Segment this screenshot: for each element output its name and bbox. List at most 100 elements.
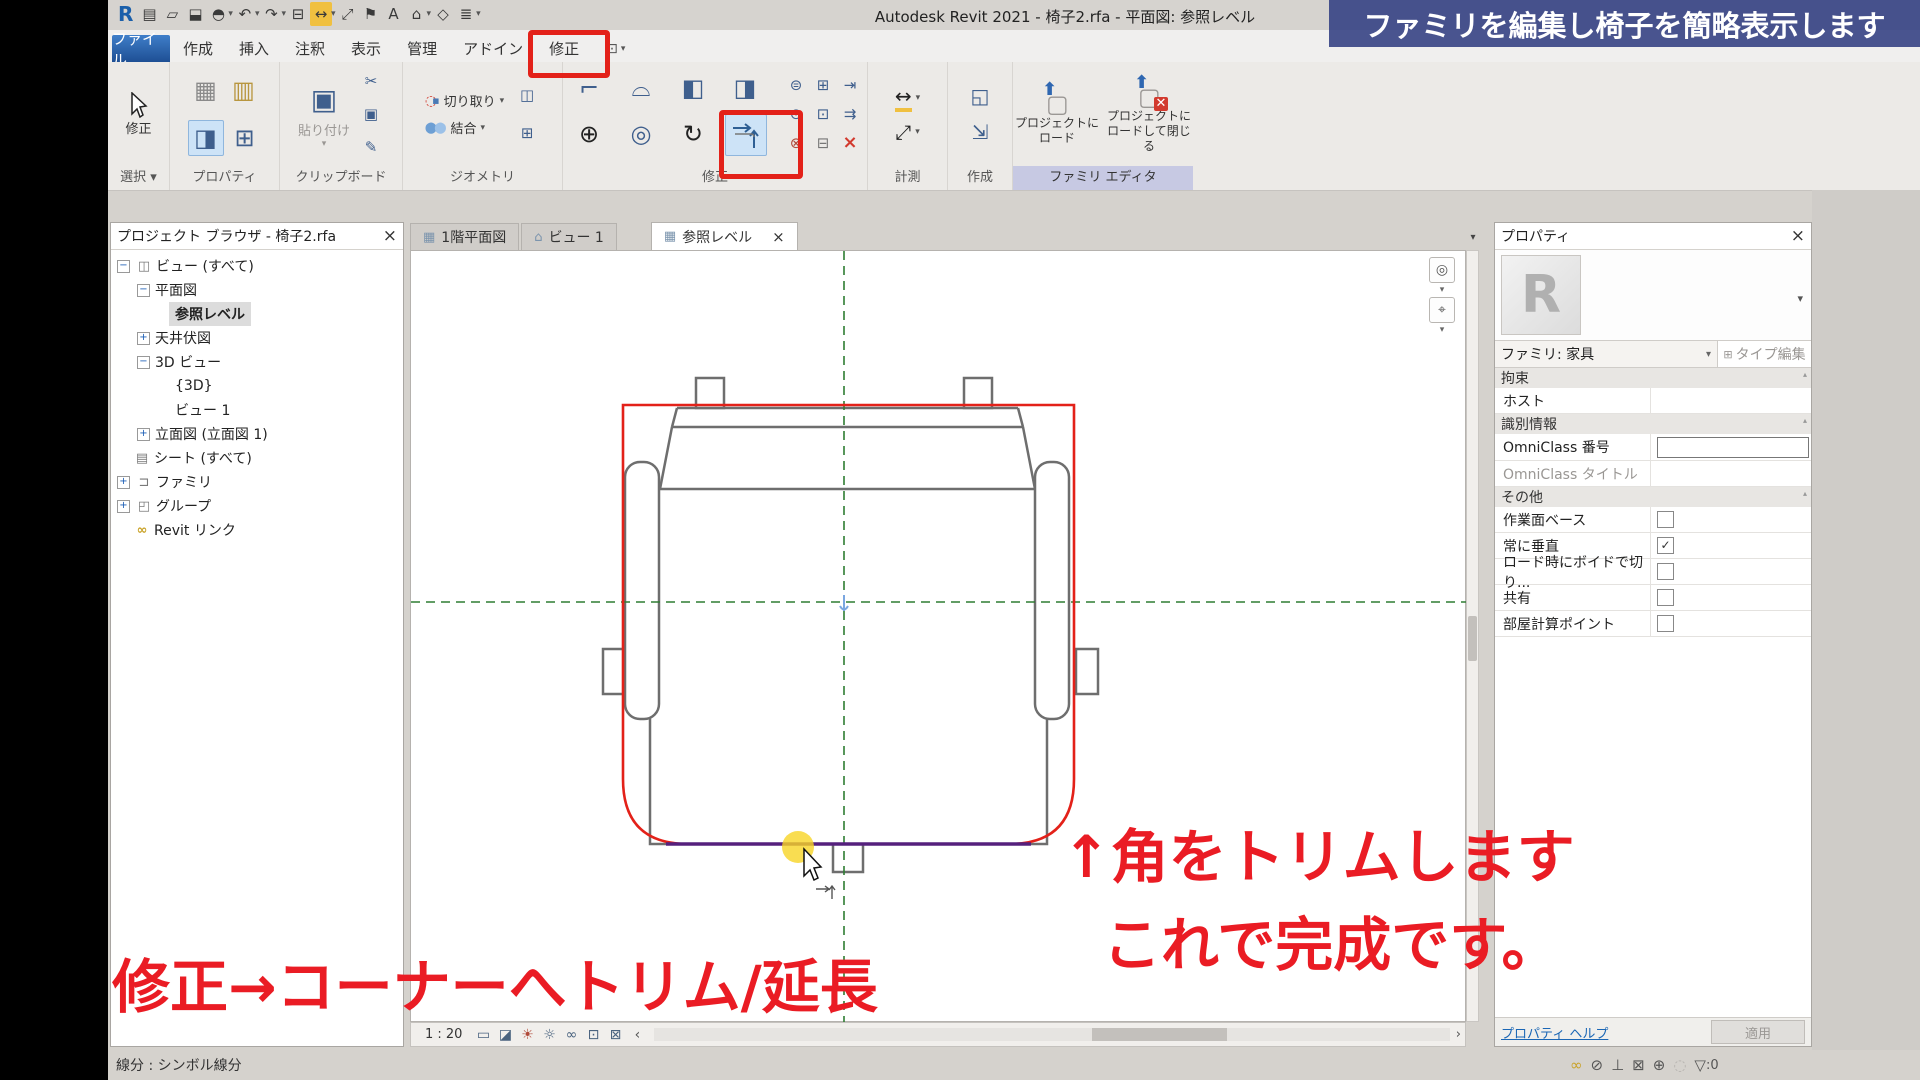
project-browser-header[interactable]: プロジェクト ブラウザ - 椅子2.rfa × bbox=[111, 223, 403, 250]
view-tab-close-icon[interactable]: × bbox=[772, 228, 785, 246]
redo-icon[interactable]: ↷ bbox=[260, 2, 282, 26]
scale-button[interactable]: 1 : 20 bbox=[425, 1027, 462, 1042]
select-links-icon[interactable]: ∞ bbox=[1570, 1056, 1583, 1074]
save-icon[interactable]: ⬓ bbox=[184, 2, 206, 26]
tree-item-view1[interactable]: ビュー 1 bbox=[111, 398, 403, 422]
tree-item-revit-links[interactable]: ∞ Revit リンク bbox=[111, 518, 403, 542]
array-icon[interactable]: ⊞ bbox=[810, 71, 836, 99]
sun-path-icon[interactable]: ☀ bbox=[516, 1027, 538, 1043]
open-icon[interactable]: ▱ bbox=[161, 2, 183, 26]
omniclass-number-input[interactable] bbox=[1657, 437, 1809, 458]
mirror-draw-axis-icon[interactable]: ◨ bbox=[725, 68, 765, 108]
measure-icon[interactable]: ⤢ bbox=[337, 2, 359, 26]
dimension-caret-icon[interactable]: ▾ bbox=[331, 9, 336, 19]
tab-list-caret-icon[interactable]: ▾ bbox=[1466, 226, 1480, 248]
undo-icon[interactable]: ↶ bbox=[234, 2, 256, 26]
type-selector-preview[interactable]: R ▾ bbox=[1495, 250, 1811, 341]
selector-caret-icon[interactable]: ▾ bbox=[1797, 292, 1803, 305]
shadows-icon[interactable]: ☼ bbox=[538, 1027, 560, 1043]
temporary-hide-icon[interactable]: ∞ bbox=[560, 1027, 582, 1043]
load-into-project-button[interactable]: ▢ ⬆ プロジェクトに ロード bbox=[1013, 82, 1101, 146]
tree-item-groups[interactable]: + ◰ グループ bbox=[111, 494, 403, 518]
visual-style-icon[interactable]: ◪ bbox=[494, 1027, 516, 1043]
detail-level-icon[interactable]: ▭ bbox=[472, 1027, 494, 1043]
collapse-icon[interactable]: − bbox=[137, 356, 150, 369]
create-group-icon[interactable]: ◱ bbox=[967, 82, 993, 110]
render-caret-icon[interactable]: ▾ bbox=[228, 9, 233, 19]
apply-button[interactable]: 適用 bbox=[1711, 1020, 1805, 1044]
copy-to-clipboard-icon[interactable]: ▣ bbox=[358, 100, 384, 128]
offset-icon[interactable]: ⌓ bbox=[621, 68, 661, 108]
prop-value[interactable] bbox=[1651, 388, 1811, 413]
panel-select-label[interactable]: 選択 ▾ bbox=[108, 166, 169, 190]
drag-on-selection-icon[interactable]: ⊕ bbox=[1653, 1056, 1666, 1074]
tree-item-floor-plans[interactable]: − 平面図 bbox=[111, 278, 403, 302]
tag-icon[interactable]: ⚑ bbox=[360, 2, 382, 26]
undo-caret-icon[interactable]: ▾ bbox=[255, 9, 260, 19]
filter-button[interactable]: ▽ :0 bbox=[1694, 1056, 1718, 1074]
trim-single-icon[interactable]: ⇥ bbox=[837, 71, 863, 99]
room-calc-checkbox[interactable] bbox=[1657, 615, 1674, 632]
tree-item-families[interactable]: + ⊐ ファミリ bbox=[111, 470, 403, 494]
demolish-icon[interactable]: ⊞ bbox=[514, 119, 540, 147]
select-underlay-icon[interactable]: ⊘ bbox=[1591, 1056, 1604, 1074]
wheel-caret-icon[interactable]: ▾ bbox=[1440, 285, 1445, 295]
expand-icon[interactable]: + bbox=[137, 332, 150, 345]
vertical-scroll-thumb[interactable] bbox=[1468, 616, 1477, 661]
view-tab-ref-level[interactable]: ▦ 参照レベル × bbox=[651, 222, 798, 250]
always-vertical-checkbox[interactable]: ✓ bbox=[1657, 537, 1674, 554]
pin-icon[interactable]: ⊟ bbox=[810, 129, 836, 157]
prop-value[interactable] bbox=[1651, 461, 1811, 486]
split-element-icon[interactable]: ⊜ bbox=[783, 71, 809, 99]
project-browser-close-icon[interactable]: × bbox=[383, 226, 397, 246]
modify-select-button[interactable]: 修正 bbox=[108, 62, 169, 166]
select-pinned-icon[interactable]: ⊥ bbox=[1611, 1056, 1624, 1074]
text-icon[interactable]: A bbox=[383, 2, 405, 26]
select-by-face-icon[interactable]: ⊠ bbox=[1632, 1056, 1645, 1074]
tab-addins[interactable]: アドイン bbox=[450, 35, 536, 62]
redo-caret-icon[interactable]: ▾ bbox=[281, 9, 286, 19]
edit-type-button[interactable]: ⊞ タイプ編集 bbox=[1718, 341, 1811, 367]
paste-button[interactable]: ▣ 貼り付け ▾ bbox=[298, 80, 350, 149]
section-other[interactable]: その他 ▴ bbox=[1495, 487, 1811, 507]
rotate-icon[interactable]: ↻ bbox=[673, 114, 713, 154]
create-similar-icon[interactable]: ⇲ bbox=[967, 118, 993, 146]
cut-voids-checkbox[interactable] bbox=[1657, 563, 1674, 580]
section-icon[interactable]: ◇ bbox=[432, 2, 454, 26]
cut-icon[interactable]: ✂ bbox=[358, 67, 384, 95]
expand-icon[interactable]: + bbox=[137, 428, 150, 441]
move-icon[interactable]: ⊕ bbox=[569, 114, 609, 154]
default-3d-view-icon[interactable]: ⌂ bbox=[406, 2, 428, 26]
ui-browser-icon[interactable]: ▤ bbox=[138, 2, 160, 26]
tab-create[interactable]: 作成 bbox=[170, 35, 226, 62]
tree-item-ceiling-plans[interactable]: + 天井伏図 bbox=[111, 326, 403, 350]
tree-item-views[interactable]: − ◫ ビュー (すべて) bbox=[111, 254, 403, 278]
copy-icon[interactable]: ◎ bbox=[621, 114, 661, 154]
render-icon[interactable]: ◓ bbox=[207, 2, 229, 26]
tab-manage[interactable]: 管理 bbox=[394, 35, 450, 62]
tree-item-3d-views[interactable]: − 3D ビュー bbox=[111, 350, 403, 374]
delete-icon[interactable]: × bbox=[837, 129, 863, 157]
view-tab-level1-plan[interactable]: ▦ 1階平面図 bbox=[410, 223, 519, 250]
tab-insert[interactable]: 挿入 bbox=[226, 35, 282, 62]
tab-view[interactable]: 表示 bbox=[338, 35, 394, 62]
properties-palette-icon[interactable]: ▦ bbox=[189, 73, 223, 107]
revit-logo-icon[interactable]: R bbox=[114, 2, 137, 26]
zoom-tool-icon[interactable]: ⌖ bbox=[1429, 297, 1455, 323]
tree-item-ref-level[interactable]: 参照レベル bbox=[111, 302, 403, 326]
collapse-icon[interactable]: − bbox=[117, 260, 130, 273]
collapse-icon[interactable]: − bbox=[137, 284, 150, 297]
thin-lines-icon[interactable]: ≣ bbox=[455, 2, 477, 26]
tree-item-sheets[interactable]: ▤ シート (すべて) bbox=[111, 446, 403, 470]
measure-distance-button[interactable]: ↔ ▾ bbox=[895, 84, 920, 112]
tree-item-elevations[interactable]: + 立面図 (立面図 1) bbox=[111, 422, 403, 446]
tab-annotate[interactable]: 注釈 bbox=[282, 35, 338, 62]
paint-icon[interactable]: ◫ bbox=[514, 81, 540, 109]
tree-item-3d[interactable]: {3D} bbox=[111, 374, 403, 398]
mirror-pick-axis-icon[interactable]: ◧ bbox=[673, 68, 713, 108]
family-category-icon[interactable]: ⊞ bbox=[228, 121, 262, 155]
steering-wheel-icon[interactable]: ◎ bbox=[1429, 257, 1455, 283]
properties-close-icon[interactable]: × bbox=[1791, 226, 1805, 246]
join-geometry-button[interactable]: ⬤⬤ 結合 ▾ bbox=[425, 118, 485, 137]
shared-checkbox[interactable] bbox=[1657, 589, 1674, 606]
